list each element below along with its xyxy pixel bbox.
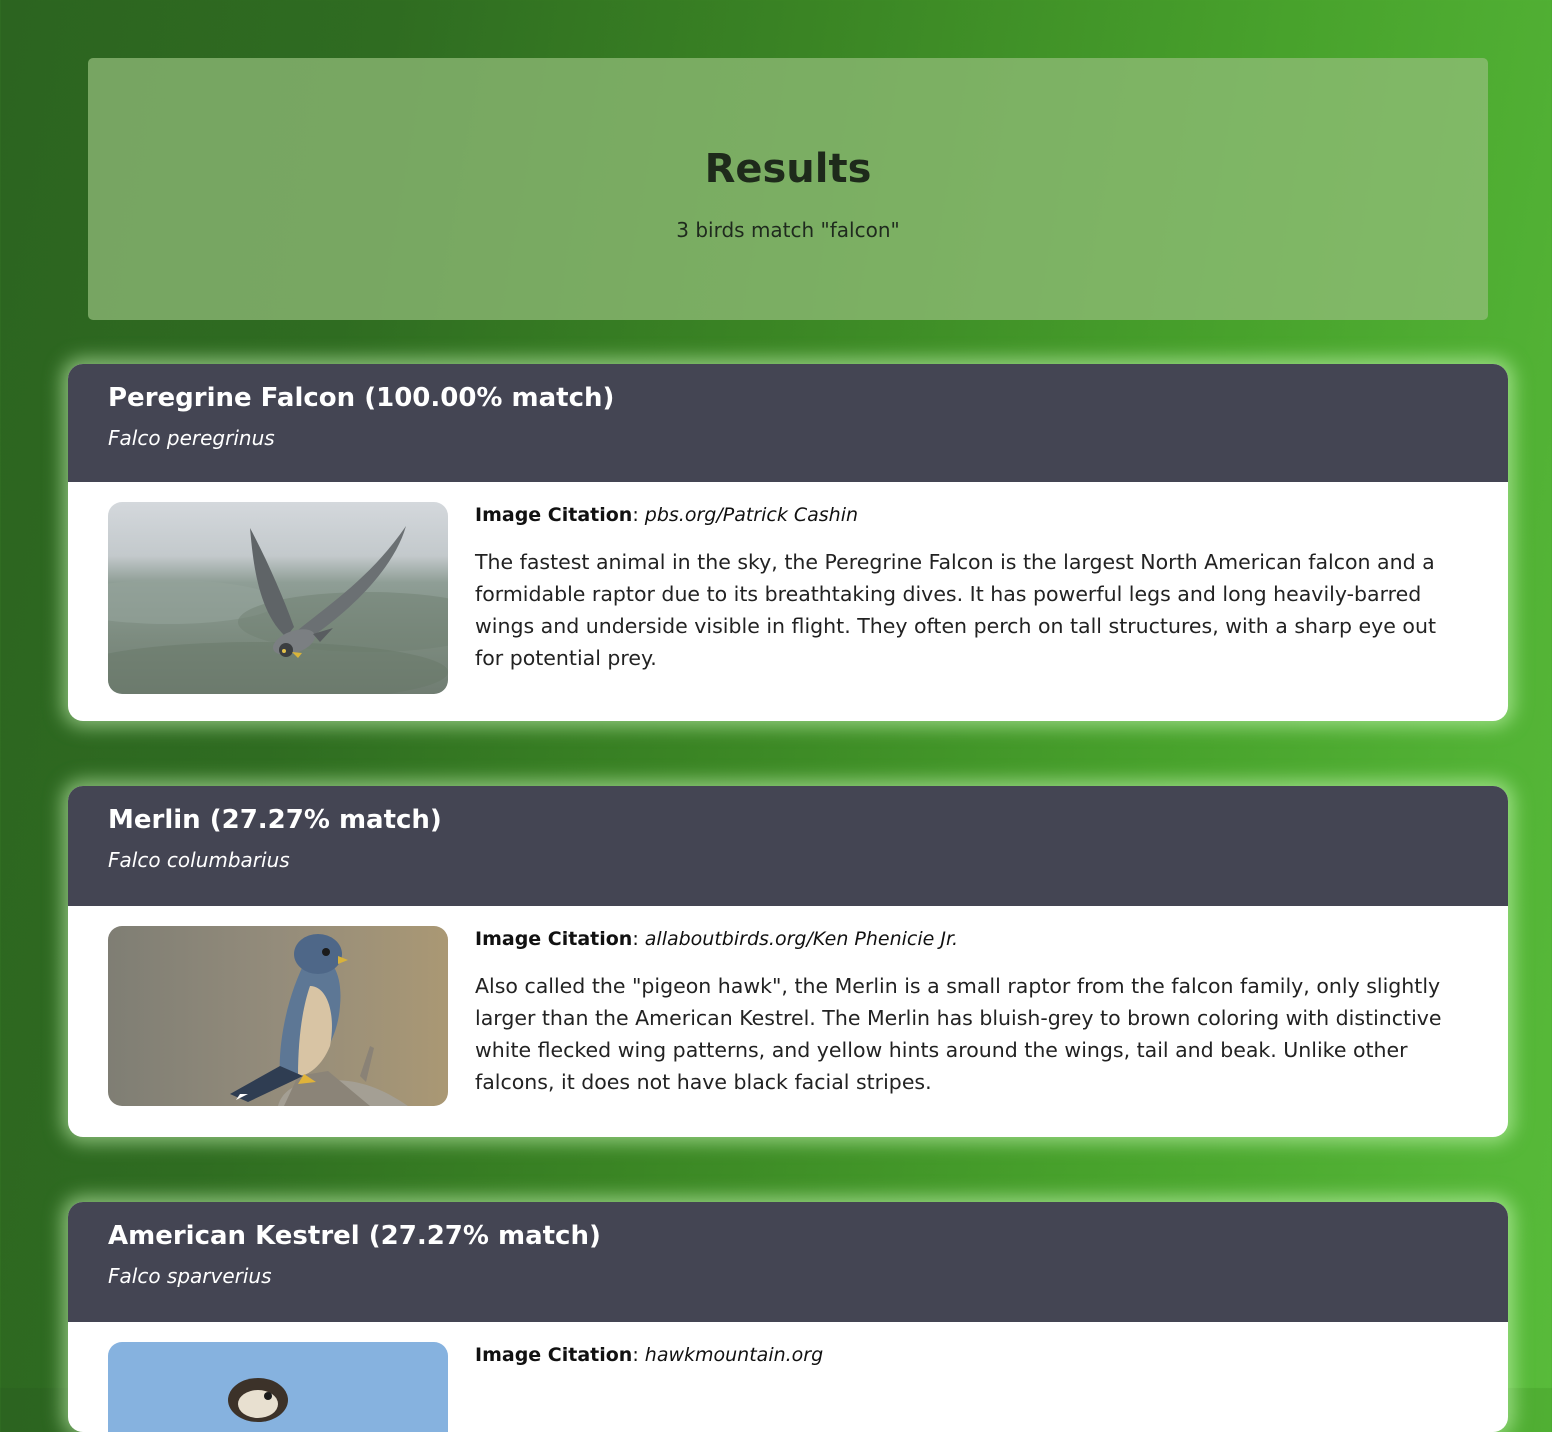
citation-label: Image Citation	[475, 504, 633, 526]
bird-name: American Kestrel (27.27% match)	[108, 1221, 601, 1251]
citation-source: allaboutbirds.org/Ken Phenicie Jr.	[644, 928, 959, 950]
citation-separator: :	[632, 504, 639, 526]
result-card-american-kestrel: American Kestrel (27.27% match) Falco sp…	[68, 1202, 1508, 1432]
results-header: Results 3 birds match "falcon"	[88, 58, 1488, 320]
result-card-peregrine-falcon: Peregrine Falcon (100.00% match) Falco p…	[68, 364, 1508, 721]
scientific-name: Falco sparverius	[108, 1264, 272, 1288]
citation-separator: :	[632, 928, 639, 950]
citation-source: hawkmountain.org	[644, 1344, 824, 1366]
card-header: Peregrine Falcon (100.00% match) Falco p…	[68, 364, 1508, 482]
image-citation: Image Citation: allaboutbirds.org/Ken Ph…	[475, 926, 1468, 952]
citation-label: Image Citation	[475, 1344, 633, 1366]
citation-source: pbs.org/Patrick Cashin	[644, 504, 859, 526]
card-header: American Kestrel (27.27% match) Falco sp…	[68, 1202, 1508, 1322]
image-citation: Image Citation: hawkmountain.org	[475, 1342, 1468, 1368]
bird-name: Merlin (27.27% match)	[108, 805, 442, 835]
bird-info: Image Citation: hawkmountain.org	[475, 1342, 1468, 1368]
peregrine-falcon-image	[108, 502, 448, 694]
card-body: Image Citation: allaboutbirds.org/Ken Ph…	[68, 906, 1508, 1118]
scientific-name: Falco peregrinus	[108, 426, 275, 450]
image-citation: Image Citation: pbs.org/Patrick Cashin	[475, 502, 1468, 528]
bird-info: Image Citation: pbs.org/Patrick Cashin T…	[475, 502, 1468, 674]
citation-separator: :	[632, 1344, 639, 1366]
card-body: Image Citation: pbs.org/Patrick Cashin T…	[68, 482, 1508, 694]
bird-name: Peregrine Falcon (100.00% match)	[108, 383, 615, 413]
citation-label: Image Citation	[475, 928, 633, 950]
card-header: Merlin (27.27% match) Falco columbarius	[68, 786, 1508, 906]
bird-description: Also called the "pigeon hawk", the Merli…	[475, 974, 1442, 1094]
result-card-merlin: Merlin (27.27% match) Falco columbarius	[68, 786, 1508, 1137]
bird-info: Image Citation: allaboutbirds.org/Ken Ph…	[475, 926, 1468, 1098]
merlin-image	[108, 926, 448, 1106]
scientific-name: Falco columbarius	[108, 848, 290, 872]
results-count: 3 birds match "falcon"	[676, 218, 900, 242]
page-title: Results	[704, 146, 872, 192]
american-kestrel-image	[108, 1342, 448, 1432]
card-body: Image Citation: hawkmountain.org	[68, 1322, 1508, 1432]
bird-description: The fastest animal in the sky, the Pereg…	[475, 550, 1436, 670]
